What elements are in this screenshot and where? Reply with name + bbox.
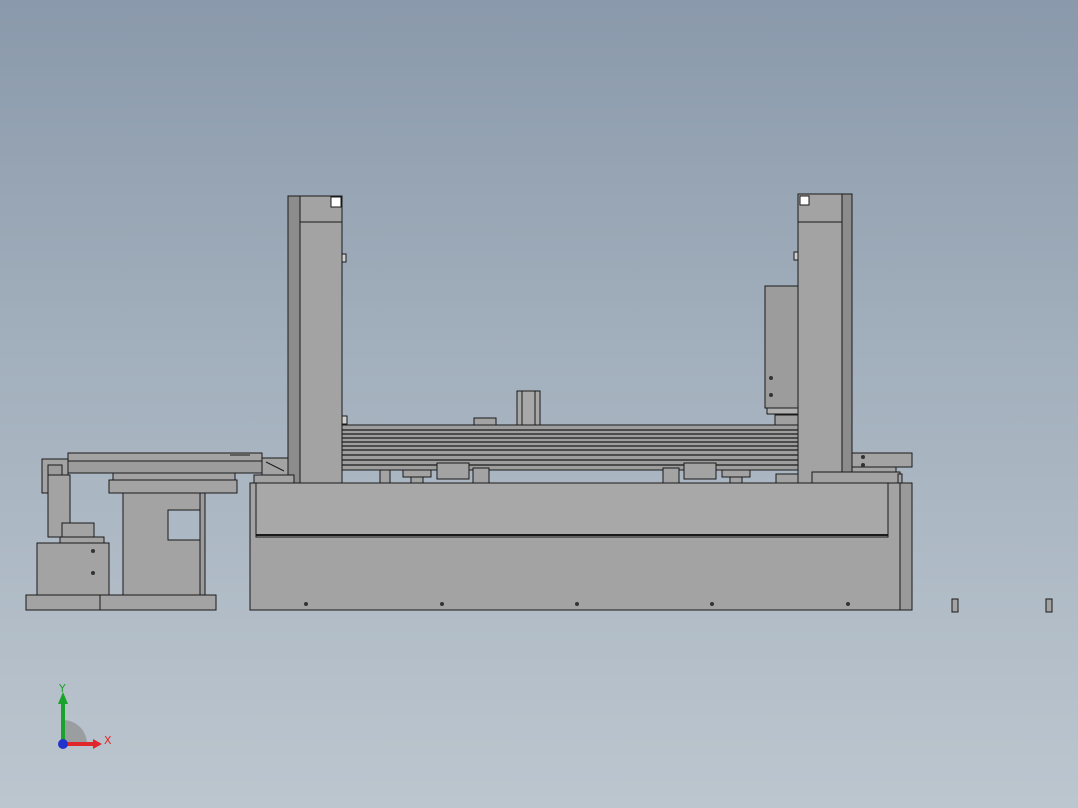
cad-model-side-view[interactable] — [0, 0, 1078, 808]
detached-part[interactable] — [951, 598, 959, 613]
left-conveyor-plate[interactable] — [67, 452, 263, 481]
detached-part[interactable] — [1045, 598, 1053, 613]
linear-rail[interactable] — [341, 390, 799, 471]
left-column[interactable] — [287, 195, 348, 484]
x-axis-head — [93, 739, 102, 749]
y-axis-label: Y — [58, 682, 66, 695]
left-actuator[interactable] — [36, 458, 110, 596]
left-pedestal[interactable] — [108, 479, 238, 596]
z-axis-dot — [58, 739, 68, 749]
graphics-viewport[interactable]: Y X — [0, 0, 1078, 808]
x-axis-label: X — [104, 734, 112, 747]
triad-plane — [63, 720, 87, 744]
left-base-plate[interactable] — [25, 594, 217, 611]
orientation-triad: Y X — [58, 682, 112, 749]
main-base-frame[interactable] — [249, 482, 913, 611]
